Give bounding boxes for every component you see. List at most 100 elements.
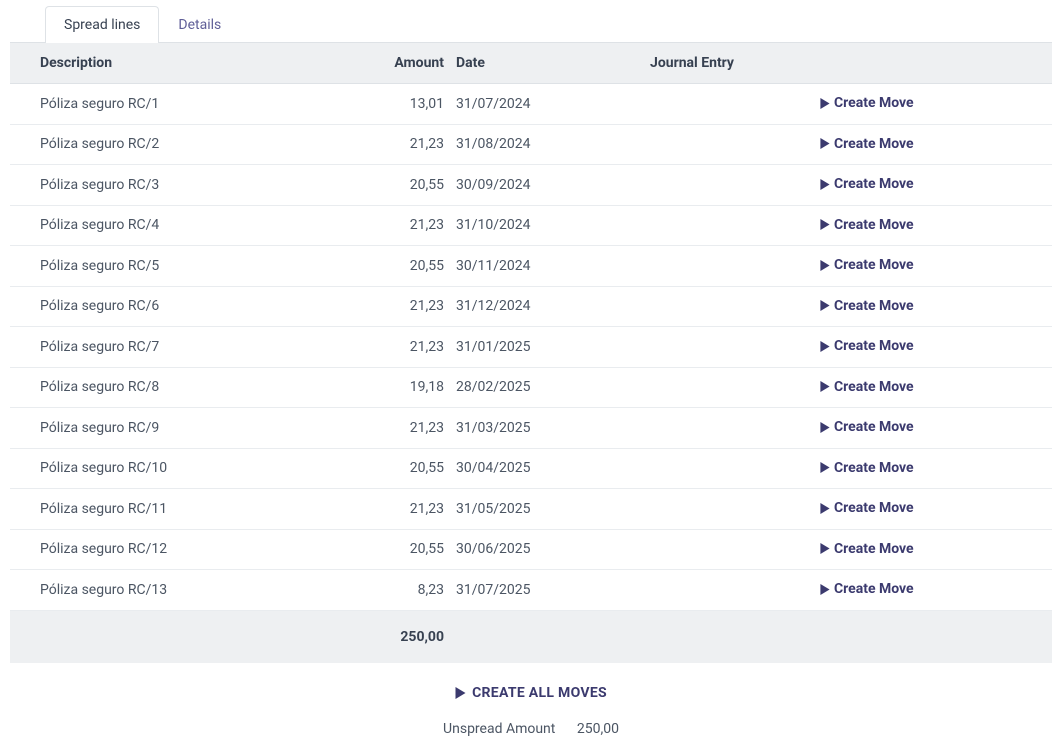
unspread-amount-row: Unspread Amount 250,00: [10, 711, 1052, 751]
create-move-button[interactable]: Create Move: [820, 541, 914, 557]
create-move-button[interactable]: Create Move: [820, 217, 914, 233]
cell-description: Póliza seguro RC/9: [10, 408, 350, 449]
cell-description: Póliza seguro RC/13: [10, 570, 350, 611]
cell-date: 28/02/2025: [450, 367, 640, 408]
create-move-button[interactable]: Create Move: [820, 298, 914, 314]
cell-amount: 19,18: [350, 367, 450, 408]
create-move-button[interactable]: Create Move: [820, 338, 914, 354]
cell-action: Create Move: [820, 570, 1052, 611]
header-date: Date: [450, 43, 640, 84]
create-move-button[interactable]: Create Move: [820, 176, 914, 192]
cell-date: 31/07/2025: [450, 570, 640, 611]
header-journal-entry: Journal Entry: [640, 43, 820, 84]
create-move-label: Create Move: [834, 176, 914, 192]
cell-amount: 21,23: [350, 205, 450, 246]
create-all-moves-label: CREATE ALL MOVES: [472, 685, 607, 701]
tabs: Spread lines Details: [10, 0, 1052, 43]
table-row: Póliza seguro RC/421,2331/10/2024 Create …: [10, 205, 1052, 246]
cell-action: Create Move: [820, 124, 1052, 165]
create-move-button[interactable]: Create Move: [820, 136, 914, 152]
cell-journal-entry: [640, 570, 820, 611]
cell-amount: 21,23: [350, 124, 450, 165]
create-move-button[interactable]: Create Move: [820, 257, 914, 273]
play-icon: [820, 341, 830, 352]
play-icon: [820, 179, 830, 190]
play-icon: [455, 687, 466, 699]
play-icon: [820, 381, 830, 392]
cell-date: 31/03/2025: [450, 408, 640, 449]
create-all-moves-button[interactable]: CREATE ALL MOVES: [455, 685, 607, 701]
cell-action: Create Move: [820, 327, 1052, 368]
cell-description: Póliza seguro RC/12: [10, 529, 350, 570]
cell-journal-entry: [640, 448, 820, 489]
cell-action: Create Move: [820, 205, 1052, 246]
cell-action: Create Move: [820, 489, 1052, 530]
cell-journal-entry: [640, 205, 820, 246]
create-move-button[interactable]: Create Move: [820, 581, 914, 597]
cell-description: Póliza seguro RC/3: [10, 165, 350, 206]
cell-action: Create Move: [820, 448, 1052, 489]
play-icon: [820, 503, 830, 514]
header-action: [820, 43, 1052, 84]
create-move-button[interactable]: Create Move: [820, 460, 914, 476]
table-row: Póliza seguro RC/520,5530/11/2024Create …: [10, 246, 1052, 287]
cell-journal-entry: [640, 529, 820, 570]
cell-action: Create Move: [820, 408, 1052, 449]
cell-date: 31/10/2024: [450, 205, 640, 246]
cell-journal-entry: [640, 408, 820, 449]
tab-spread-lines[interactable]: Spread lines: [45, 6, 159, 43]
cell-description: Póliza seguro RC/8: [10, 367, 350, 408]
create-move-label: Create Move: [834, 419, 914, 435]
table-row: Póliza seguro RC/138,2331/07/2025Create …: [10, 570, 1052, 611]
play-icon: [820, 543, 830, 554]
cell-date: 31/08/2024: [450, 124, 640, 165]
total-amount: 250,00: [350, 610, 450, 663]
cell-amount: 20,55: [350, 165, 450, 206]
table-row: Póliza seguro RC/320,5530/09/2024Create …: [10, 165, 1052, 206]
cell-journal-entry: [640, 367, 820, 408]
footer-spacer: [10, 610, 350, 663]
table-row: Póliza seguro RC/921,2331/03/2025Create …: [10, 408, 1052, 449]
unspread-amount-value: 250,00: [577, 721, 619, 737]
play-icon: [820, 422, 830, 433]
create-move-label: Create Move: [834, 257, 914, 273]
cell-date: 30/06/2025: [450, 529, 640, 570]
cell-action: Create Move: [820, 529, 1052, 570]
cell-description: Póliza seguro RC/6: [10, 286, 350, 327]
create-move-label: Create Move: [834, 541, 914, 557]
create-move-label: Create Move: [834, 379, 914, 395]
create-move-label: Create Move: [834, 500, 914, 516]
table-row: Póliza seguro RC/621,2331/12/2024 Create …: [10, 286, 1052, 327]
table-row: Póliza seguro RC/1020,5530/04/2025Create…: [10, 448, 1052, 489]
cell-description: Póliza seguro RC/5: [10, 246, 350, 287]
cell-description: Póliza seguro RC/2: [10, 124, 350, 165]
tab-details[interactable]: Details: [159, 6, 240, 43]
cell-amount: 21,23: [350, 327, 450, 368]
spread-lines-table: Description Amount Date Journal Entry Pó…: [10, 43, 1052, 663]
create-move-label: Create Move: [834, 338, 914, 354]
cell-description: Póliza seguro RC/4: [10, 205, 350, 246]
create-move-button[interactable]: Create Move: [820, 379, 914, 395]
play-icon: [820, 462, 830, 473]
table-row: Póliza seguro RC/1220,5530/06/2025 Create…: [10, 529, 1052, 570]
create-move-button[interactable]: Create Move: [820, 95, 914, 111]
cell-description: Póliza seguro RC/10: [10, 448, 350, 489]
create-move-button[interactable]: Create Move: [820, 419, 914, 435]
cell-date: 31/12/2024: [450, 286, 640, 327]
cell-action: Create Move: [820, 286, 1052, 327]
create-move-button[interactable]: Create Move: [820, 500, 914, 516]
play-icon: [820, 584, 830, 595]
table-row: Póliza seguro RC/721,2331/01/2025Create …: [10, 327, 1052, 368]
create-move-label: Create Move: [834, 217, 914, 233]
cell-date: 30/04/2025: [450, 448, 640, 489]
cell-action: Create Move: [820, 367, 1052, 408]
create-move-label: Create Move: [834, 298, 914, 314]
cell-journal-entry: [640, 84, 820, 125]
cell-journal-entry: [640, 246, 820, 287]
header-amount: Amount: [350, 43, 450, 84]
play-icon: [820, 138, 830, 149]
cell-amount: 21,23: [350, 286, 450, 327]
create-move-label: Create Move: [834, 460, 914, 476]
cell-action: Create Move: [820, 246, 1052, 287]
cell-amount: 20,55: [350, 529, 450, 570]
